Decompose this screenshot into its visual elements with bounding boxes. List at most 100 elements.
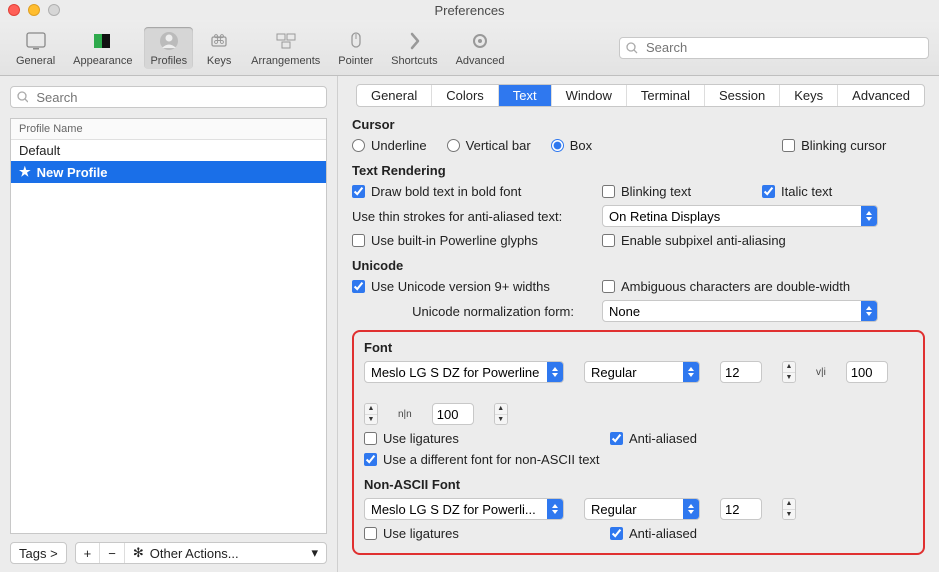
toolbar-item-profiles[interactable]: Profiles bbox=[144, 27, 193, 69]
use-nonascii-font-checkbox[interactable]: Use a different font for non-ASCII text bbox=[364, 452, 600, 467]
tab-colors[interactable]: Colors bbox=[432, 85, 499, 106]
toolbar-item-appearance[interactable]: Appearance bbox=[67, 27, 138, 69]
section-heading: Text Rendering bbox=[352, 163, 925, 178]
window-traffic-lights bbox=[8, 4, 60, 16]
profile-search[interactable] bbox=[10, 86, 327, 108]
font-ligatures-checkbox[interactable]: Use ligatures bbox=[364, 431, 590, 446]
italic-text-checkbox[interactable]: Italic text bbox=[762, 184, 832, 199]
vertical-spacing-input[interactable] bbox=[846, 361, 888, 383]
tab-session[interactable]: Session bbox=[705, 85, 780, 106]
horizontal-spacing-stepper[interactable]: ▲▼ bbox=[494, 403, 508, 425]
font-size-input[interactable] bbox=[720, 361, 762, 383]
toolbar-item-arrangements[interactable]: Arrangements bbox=[245, 27, 326, 69]
remove-profile-button[interactable]: − bbox=[100, 543, 125, 563]
add-profile-button[interactable]: + bbox=[76, 543, 101, 563]
thin-strokes-select[interactable]: On Retina Displays bbox=[602, 205, 878, 227]
toolbar-item-shortcuts[interactable]: Shortcuts bbox=[385, 27, 443, 69]
minimize-window-button[interactable] bbox=[28, 4, 40, 16]
font-antialiased-checkbox[interactable]: Anti-aliased bbox=[610, 431, 697, 446]
profile-list-header: Profile Name bbox=[11, 119, 326, 140]
cursor-underline-radio[interactable]: Underline bbox=[352, 138, 427, 153]
toolbar-search[interactable] bbox=[619, 37, 929, 59]
toolbar-search-input[interactable] bbox=[644, 39, 922, 56]
window-title: Preferences bbox=[0, 3, 939, 18]
toolbar-label: Profiles bbox=[150, 55, 187, 67]
gear-icon: ✻ bbox=[133, 545, 144, 561]
toolbar-label: Appearance bbox=[73, 55, 132, 67]
font-style-select[interactable]: Regular bbox=[584, 361, 700, 383]
tab-text[interactable]: Text bbox=[499, 85, 552, 106]
select-arrows-icon bbox=[683, 362, 699, 382]
unicode9-checkbox[interactable]: Use Unicode version 9+ widths bbox=[352, 279, 582, 294]
profiles-icon bbox=[155, 29, 183, 53]
gear-icon bbox=[466, 29, 494, 53]
blinking-text-checkbox[interactable]: Blinking text bbox=[602, 184, 742, 199]
select-arrows-icon bbox=[861, 301, 877, 321]
nafont-ligatures-checkbox[interactable]: Use ligatures bbox=[364, 526, 590, 541]
profile-row-selected[interactable]: ★ New Profile bbox=[11, 161, 326, 183]
font-family-select[interactable]: Meslo LG S DZ for Powerline bbox=[364, 361, 564, 383]
profile-row-label: Default bbox=[19, 143, 60, 158]
ambiguous-dw-checkbox[interactable]: Ambiguous characters are double-width bbox=[602, 279, 850, 294]
search-icon bbox=[17, 91, 28, 103]
unicode-normalization-select[interactable]: None bbox=[602, 300, 878, 322]
tab-advanced[interactable]: Advanced bbox=[838, 85, 924, 106]
profile-search-input[interactable] bbox=[34, 89, 320, 106]
unicode-normalization-label: Unicode normalization form: bbox=[352, 304, 582, 319]
shortcuts-icon bbox=[400, 29, 428, 53]
profile-list[interactable]: Profile Name Default ★ New Profile bbox=[10, 118, 327, 534]
nafont-size-stepper[interactable]: ▲▼ bbox=[782, 498, 796, 520]
section-heading: Unicode bbox=[352, 258, 925, 273]
section-font: Font Meslo LG S DZ for Powerline Regular… bbox=[364, 340, 913, 467]
thin-strokes-label: Use thin strokes for anti-aliased text: bbox=[352, 209, 582, 224]
highlighted-font-region: Font Meslo LG S DZ for Powerline Regular… bbox=[352, 330, 925, 555]
toolbar-item-general[interactable]: General bbox=[10, 27, 61, 69]
general-icon bbox=[22, 29, 50, 53]
toolbar-label: Shortcuts bbox=[391, 55, 437, 67]
cursor-vertical-radio[interactable]: Vertical bar bbox=[447, 138, 531, 153]
font-size-stepper[interactable]: ▲▼ bbox=[782, 361, 796, 383]
horizontal-spacing-input[interactable] bbox=[432, 403, 474, 425]
pointer-icon bbox=[342, 29, 370, 53]
section-nonascii-font: Non-ASCII Font Meslo LG S DZ for Powerli… bbox=[364, 477, 913, 541]
search-icon bbox=[626, 42, 638, 54]
section-heading: Non-ASCII Font bbox=[364, 477, 913, 492]
horizontal-spacing-icon: n|n bbox=[398, 409, 412, 420]
tab-terminal[interactable]: Terminal bbox=[627, 85, 705, 106]
toolbar-label: General bbox=[16, 55, 55, 67]
bold-font-checkbox[interactable]: Draw bold text in bold font bbox=[352, 184, 582, 199]
keys-icon: ⌘ bbox=[205, 29, 233, 53]
chevron-down-icon: ▾ bbox=[311, 545, 318, 561]
vertical-spacing-icon: v|i bbox=[816, 367, 826, 378]
arrangements-icon bbox=[272, 29, 300, 53]
nafont-family-select[interactable]: Meslo LG S DZ for Powerli... bbox=[364, 498, 564, 520]
tags-button[interactable]: Tags > bbox=[10, 542, 67, 564]
section-unicode: Unicode Use Unicode version 9+ widths Am… bbox=[352, 258, 925, 322]
tab-keys[interactable]: Keys bbox=[780, 85, 838, 106]
tab-general[interactable]: General bbox=[357, 85, 432, 106]
select-arrows-icon bbox=[547, 362, 563, 382]
nafont-antialiased-checkbox[interactable]: Anti-aliased bbox=[610, 526, 697, 541]
nafont-size-input[interactable] bbox=[720, 498, 762, 520]
star-icon: ★ bbox=[19, 164, 31, 180]
vertical-spacing-stepper[interactable]: ▲▼ bbox=[364, 403, 378, 425]
tab-window[interactable]: Window bbox=[552, 85, 627, 106]
toolbar-label: Arrangements bbox=[251, 55, 320, 67]
appearance-icon bbox=[89, 29, 117, 53]
profile-row-label: New Profile bbox=[37, 165, 108, 180]
toolbar-item-pointer[interactable]: Pointer bbox=[332, 27, 379, 69]
preferences-toolbar: General Appearance Profiles ⌘ Keys Arran… bbox=[0, 20, 939, 76]
cursor-box-radio[interactable]: Box bbox=[551, 138, 592, 153]
section-cursor: Cursor Underline Vertical bar Box Blinki… bbox=[352, 117, 925, 153]
subpixel-aa-checkbox[interactable]: Enable subpixel anti-aliasing bbox=[602, 233, 786, 248]
blinking-cursor-checkbox[interactable]: Blinking cursor bbox=[782, 138, 886, 153]
close-window-button[interactable] bbox=[8, 4, 20, 16]
toolbar-item-advanced[interactable]: Advanced bbox=[450, 27, 511, 69]
other-actions-button[interactable]: ✻ Other Actions... ▾ bbox=[125, 543, 326, 563]
toolbar-item-keys[interactable]: ⌘ Keys bbox=[199, 27, 239, 69]
zoom-window-button[interactable] bbox=[48, 4, 60, 16]
svg-text:⌘: ⌘ bbox=[213, 32, 226, 47]
profile-row[interactable]: Default bbox=[11, 140, 326, 161]
nafont-style-select[interactable]: Regular bbox=[584, 498, 700, 520]
powerline-glyphs-checkbox[interactable]: Use built-in Powerline glyphs bbox=[352, 233, 582, 248]
